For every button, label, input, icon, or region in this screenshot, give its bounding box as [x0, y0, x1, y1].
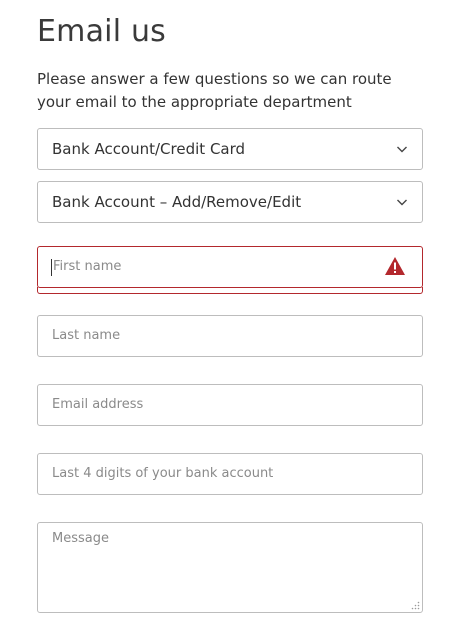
chevron-down-icon — [397, 146, 407, 153]
subtopic-select[interactable]: Bank Account – Add/Remove/Edit — [37, 181, 423, 223]
warning-icon — [385, 257, 405, 275]
topic-select[interactable]: Bank Account/Credit Card — [37, 128, 423, 170]
email-placeholder: Email address — [52, 397, 144, 412]
first-name-placeholder: First name — [53, 259, 122, 274]
subtopic-select-value: Bank Account – Add/Remove/Edit — [52, 193, 302, 211]
page-title: Email us — [37, 14, 167, 49]
message-textarea[interactable]: Message — [37, 522, 423, 613]
message-placeholder: Message — [52, 531, 109, 546]
email-field[interactable]: Email address — [37, 384, 423, 426]
last-name-placeholder: Last name — [52, 328, 121, 343]
account-digits-field[interactable]: Last 4 digits of your bank account — [37, 453, 423, 495]
chevron-down-icon — [397, 199, 407, 206]
text-cursor — [51, 259, 52, 276]
account-digits-placeholder: Last 4 digits of your bank account — [52, 466, 274, 481]
first-name-field[interactable]: First name — [37, 246, 423, 288]
intro-text: Please answer a few questions so we can … — [37, 70, 392, 111]
last-name-field[interactable]: Last name — [37, 315, 423, 357]
error-indicator — [37, 287, 423, 294]
resize-handle-icon[interactable] — [411, 601, 420, 610]
topic-select-value: Bank Account/Credit Card — [52, 140, 246, 158]
